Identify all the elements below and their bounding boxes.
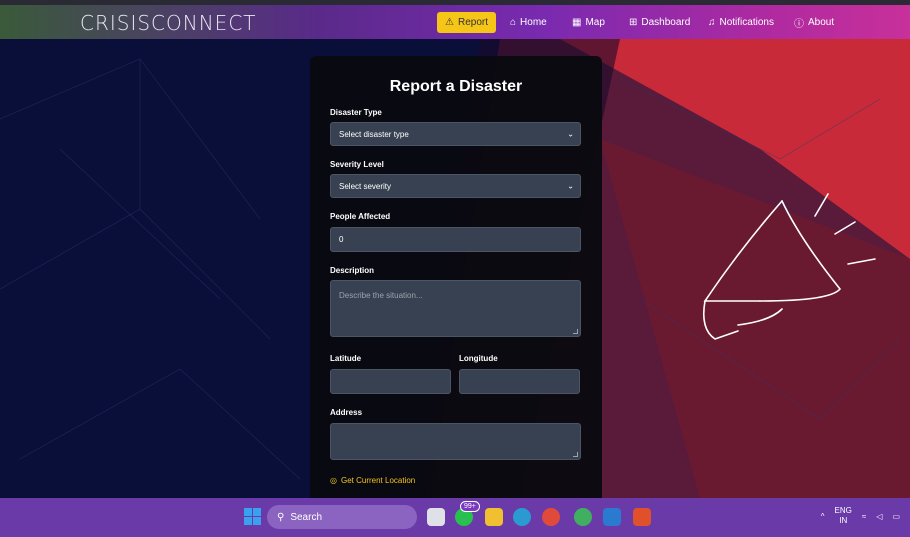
nav-map[interactable]: ▦ Map xyxy=(564,12,613,33)
chevron-up-icon[interactable]: ^ xyxy=(821,512,825,521)
navbar: CRISISCONNECT ⚠ Report ⌂ Home ▦ Map ⊞ Da… xyxy=(0,5,910,39)
search-label: Search xyxy=(290,511,323,523)
report-form-card: Report a Disaster Disaster Type Select d… xyxy=(310,56,602,498)
nav-notifications-label: Notifications xyxy=(719,17,774,28)
battery-icon[interactable]: ▭ xyxy=(892,512,900,521)
chevron-down-icon: ⌄ xyxy=(567,181,574,191)
latitude-label: Latitude xyxy=(330,354,362,363)
wifi-icon[interactable]: ≈ xyxy=(862,512,866,521)
address-textarea[interactable] xyxy=(330,423,581,460)
taskbar: ⚲ Search 99+ ^ ENG IN ≈ ◁ ▭ xyxy=(0,498,910,537)
disaster-type-value: Select disaster type xyxy=(339,129,409,139)
home-icon: ⌂ xyxy=(510,17,517,28)
severity-select[interactable]: Select severity ⌄ xyxy=(330,174,581,198)
windows-start-icon[interactable] xyxy=(244,508,261,525)
people-affected-value: 0 xyxy=(339,235,344,244)
disaster-type-label: Disaster Type xyxy=(330,108,382,117)
form-title: Report a Disaster xyxy=(389,78,523,95)
people-affected-input[interactable]: 0 xyxy=(330,227,581,252)
bell-icon: ♫ xyxy=(708,17,716,28)
nav-home[interactable]: ⌂ Home xyxy=(502,12,555,33)
search-icon: ⚲ xyxy=(277,511,285,523)
description-label: Description xyxy=(330,266,375,275)
edge-icon[interactable] xyxy=(513,508,531,526)
taskbar-search[interactable]: ⚲ Search xyxy=(267,505,417,529)
notification-badge: 99+ xyxy=(460,501,480,512)
system-tray: ^ ENG IN ≈ ◁ ▭ xyxy=(821,506,900,526)
map-icon: ▦ xyxy=(572,17,582,28)
nav-home-label: Home xyxy=(520,17,547,28)
warning-icon: ⚠ xyxy=(445,17,454,28)
volume-icon[interactable]: ◁ xyxy=(876,512,882,521)
nav-map-label: Map xyxy=(585,17,605,28)
description-textarea[interactable]: Describe the situation... xyxy=(330,280,581,337)
file-explorer-icon[interactable] xyxy=(485,508,503,526)
lang-bottom: IN xyxy=(839,516,848,525)
get-location-label: Get Current Location xyxy=(340,476,416,485)
severity-label: Severity Level xyxy=(330,160,384,169)
location-pin-icon: ◎ xyxy=(330,476,337,485)
nav-dashboard[interactable]: ⊞ Dashboard xyxy=(621,12,698,33)
nav-dashboard-label: Dashboard xyxy=(641,17,691,28)
nav-about-label: About xyxy=(808,17,835,28)
severity-value: Select severity xyxy=(339,181,392,191)
disaster-type-select[interactable]: Select disaster type ⌄ xyxy=(330,122,581,146)
chrome-icon[interactable] xyxy=(542,508,560,526)
longitude-label: Longitude xyxy=(459,354,498,363)
resize-handle[interactable] xyxy=(573,329,578,334)
nav-report-label: Report xyxy=(457,17,488,28)
get-location-link[interactable]: ◎ Get Current Location xyxy=(330,476,415,485)
vscode-icon[interactable] xyxy=(603,508,621,526)
brand-logo[interactable]: CRISISCONNECT xyxy=(80,11,257,35)
task-view-icon[interactable] xyxy=(427,508,445,526)
chevron-down-icon: ⌄ xyxy=(567,129,574,139)
address-label: Address xyxy=(330,408,363,417)
longitude-input[interactable] xyxy=(459,369,580,394)
description-placeholder: Describe the situation... xyxy=(339,291,423,300)
brave-icon[interactable] xyxy=(633,508,651,526)
nav-report[interactable]: ⚠ Report xyxy=(437,12,496,33)
resize-handle[interactable] xyxy=(573,452,578,457)
language-indicator[interactable]: ENG IN xyxy=(835,506,852,526)
dashboard-icon: ⊞ xyxy=(629,17,638,28)
people-affected-label: People Affected xyxy=(330,212,391,221)
info-icon: ⓘ xyxy=(794,19,804,30)
nav-about[interactable]: ⓘ About xyxy=(786,12,842,33)
lang-top: ENG xyxy=(834,506,852,515)
latitude-input[interactable] xyxy=(330,369,451,394)
nav-notifications[interactable]: ♫ Notifications xyxy=(700,12,782,33)
chrome-profile-icon[interactable] xyxy=(574,508,592,526)
